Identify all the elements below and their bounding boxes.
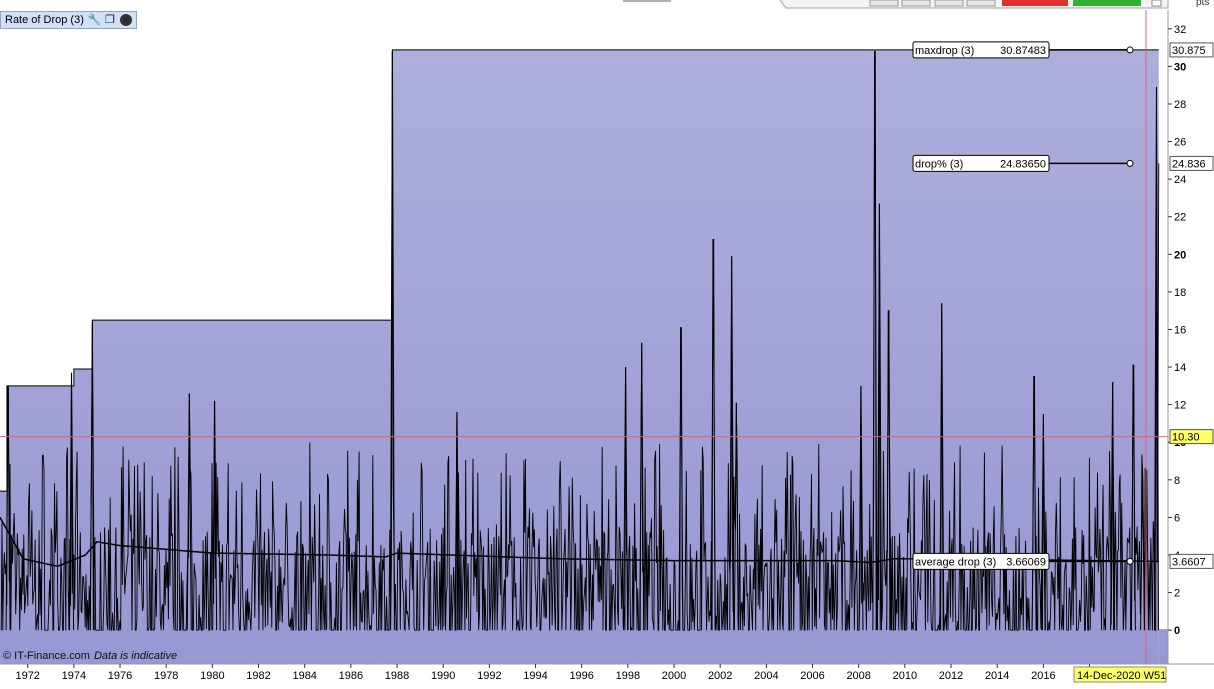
y-tick-label: 22 bbox=[1174, 212, 1186, 224]
credit-note: Data is indicative bbox=[93, 650, 178, 662]
x-tick-label: 1998 bbox=[616, 670, 640, 682]
average-label-name: average drop (3) bbox=[915, 556, 996, 568]
toolbar-scroll-thumb[interactable] bbox=[623, 0, 671, 2]
area-tail bbox=[1158, 629, 1168, 664]
x-tick-label: 2006 bbox=[800, 670, 824, 682]
maxdrop-label-marker bbox=[1126, 46, 1134, 54]
x-tick-label: 2012 bbox=[939, 670, 963, 682]
sell-button[interactable] bbox=[1002, 0, 1068, 6]
x-tick-label: 1994 bbox=[523, 670, 547, 682]
restore-window-icon[interactable]: ❐ bbox=[104, 14, 116, 26]
panel-title-bar: Rate of Drop (3) 🔧 ❐ ✕ bbox=[0, 11, 137, 29]
crosshair-value-text: 10.30 bbox=[1172, 432, 1200, 444]
average-axis-value-text: 3.6607 bbox=[1172, 556, 1206, 568]
x-tick-label: 2014 bbox=[985, 670, 1009, 682]
x-tick-label: 1972 bbox=[15, 670, 39, 682]
maxdrop-axis-value-text: 30.875 bbox=[1172, 45, 1206, 57]
toolbar-checkbox[interactable] bbox=[1151, 0, 1162, 7]
drop-axis-value-text: 24.836 bbox=[1172, 158, 1206, 170]
y-tick-label: 26 bbox=[1174, 137, 1186, 149]
y-tick-label: 12 bbox=[1174, 400, 1186, 412]
crosshair-date-label: 14-Dec-2020 W51 bbox=[1077, 670, 1166, 682]
credit-source: © IT-Finance.com bbox=[3, 650, 90, 662]
y-tick-label: 16 bbox=[1174, 324, 1186, 336]
close-icon[interactable]: ✕ bbox=[119, 14, 132, 26]
drop-label-name: drop% (3) bbox=[915, 158, 963, 170]
drop-label-marker bbox=[1126, 159, 1134, 167]
x-tick-label: 1974 bbox=[62, 670, 86, 682]
buy-button[interactable] bbox=[1073, 0, 1141, 6]
x-tick-label: 2002 bbox=[708, 670, 732, 682]
average-label-marker bbox=[1126, 557, 1134, 565]
toolbar-button[interactable] bbox=[869, 0, 899, 7]
drop-label-value: 24.83650 bbox=[1000, 158, 1046, 170]
toolbar-button[interactable] bbox=[934, 0, 964, 7]
maxdrop-label-name: maxdrop (3) bbox=[915, 45, 974, 57]
x-tick-label: 1978 bbox=[154, 670, 178, 682]
x-tick-label: 2008 bbox=[846, 670, 870, 682]
average-label-value: 3.66069 bbox=[1006, 556, 1046, 568]
y-tick-label: 6 bbox=[1174, 512, 1180, 524]
credit-text: © IT-Finance.com Data is indicative bbox=[3, 650, 177, 662]
x-axis: 1972 1974 1976 1978 1980 1982 1984 1986 1988 1990… bbox=[0, 663, 1214, 689]
y-tick-label: 24 bbox=[1174, 174, 1186, 186]
maxdrop-label-value: 30.87483 bbox=[1000, 45, 1046, 57]
axis-unit-label: pts bbox=[1196, 0, 1209, 8]
y-tick-label: 30 bbox=[1174, 61, 1186, 73]
y-tick-label: 2 bbox=[1174, 588, 1180, 600]
x-tick-label: 1992 bbox=[477, 670, 501, 682]
chart: pts 3230282624222018161412108642030.8752… bbox=[0, 0, 1214, 689]
x-tick-label: 2010 bbox=[893, 670, 917, 682]
x-tick-label: 1980 bbox=[200, 670, 224, 682]
y-tick-label: 0 bbox=[1174, 625, 1180, 637]
x-tick-label: 1986 bbox=[339, 670, 363, 682]
top-toolbar-fragment: pts bbox=[623, 0, 1209, 9]
toolbar-button[interactable] bbox=[901, 0, 931, 7]
y-tick-label: 32 bbox=[1174, 24, 1186, 36]
x-tick-label: 2000 bbox=[662, 670, 686, 682]
x-tick-label: 2004 bbox=[754, 670, 778, 682]
x-tick-label: 2016 bbox=[1031, 670, 1055, 682]
x-tick-label: 1990 bbox=[431, 670, 455, 682]
x-tick-label: 1996 bbox=[569, 670, 593, 682]
y-tick-label: 28 bbox=[1174, 99, 1186, 111]
wrench-icon[interactable]: 🔧 bbox=[88, 14, 102, 26]
y-tick-label: 18 bbox=[1174, 287, 1186, 299]
panel-title: Rate of Drop (3) bbox=[5, 14, 84, 26]
y-tick-label: 14 bbox=[1174, 362, 1186, 374]
y-axis: 3230282624222018161412108642030.87524.83… bbox=[1167, 10, 1214, 664]
x-tick-label: 1988 bbox=[385, 670, 409, 682]
x-tick-label: 1982 bbox=[246, 670, 270, 682]
y-tick-label: 8 bbox=[1174, 475, 1180, 487]
y-tick-label: 20 bbox=[1174, 249, 1186, 261]
x-tick-label: 1984 bbox=[292, 670, 316, 682]
toolbar-button[interactable] bbox=[966, 0, 996, 7]
x-tick-label: 1976 bbox=[108, 670, 132, 682]
